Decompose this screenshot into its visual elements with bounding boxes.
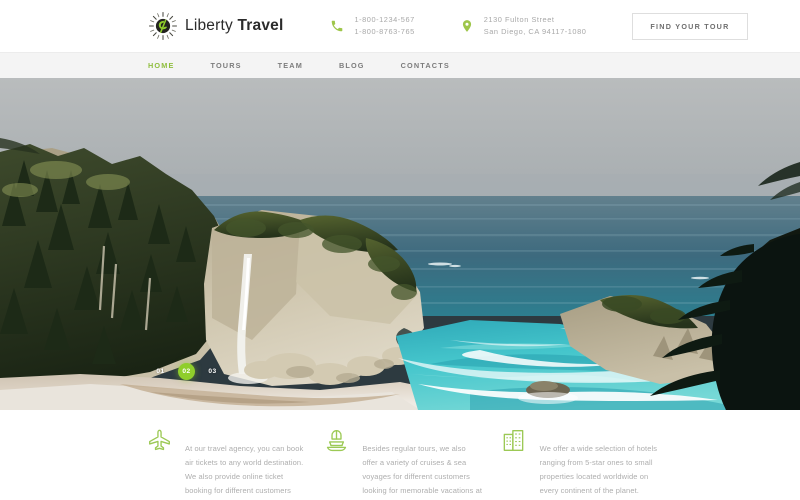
- hero-image: [0, 78, 800, 410]
- sun-compass-logo-icon: [148, 11, 178, 41]
- phone-line-1[interactable]: 1-800-1234-567: [354, 15, 414, 25]
- brand-name-bold: Travel: [237, 17, 284, 34]
- feature-text-hotels: We offer a wide selection of hotels rang…: [539, 444, 658, 495]
- cruise-ship-icon: [323, 428, 349, 454]
- feature-item-cruises: Besides regular tours, we also offer a v…: [323, 428, 482, 500]
- nav-item-home[interactable]: HOME: [148, 61, 175, 70]
- brand-name-thin: Liberty: [185, 17, 233, 34]
- address-line-2: San Diego, CA 94117-1080: [483, 27, 587, 36]
- main-navigation: HOME TOURS TEAM BLOG CONTACTS: [0, 52, 800, 78]
- slider-dot-02[interactable]: 02: [178, 363, 195, 380]
- header-address-block: 2130 Fulton Street San Diego, CA 94117-1…: [459, 15, 587, 37]
- nav-item-contacts[interactable]: CONTACTS: [401, 61, 450, 70]
- nav-item-team[interactable]: TEAM: [278, 61, 303, 70]
- hotel-building-icon: [501, 428, 527, 454]
- feature-text-flights: At our travel agency, you can book air t…: [185, 444, 304, 500]
- hero-slider: 01 02 03: [0, 78, 800, 410]
- phone-line-2[interactable]: 1-800-8763-765: [354, 27, 414, 37]
- header-phone-block: 1-800-1234-567 1-800-8763-765: [329, 15, 414, 37]
- phone-numbers: 1-800-1234-567 1-800-8763-765: [354, 15, 414, 37]
- slider-dot-01[interactable]: 01: [152, 363, 169, 380]
- site-header: Liberty Travel 1-800-1234-567 1-800-8763…: [0, 0, 800, 52]
- phone-icon: [329, 18, 345, 34]
- address-line-1: 2130 Fulton Street: [483, 15, 555, 25]
- nav-item-blog[interactable]: BLOG: [339, 61, 365, 70]
- feature-text-cruises: Besides regular tours, we also offer a v…: [362, 444, 483, 500]
- slider-dot-03[interactable]: 03: [204, 363, 221, 380]
- features-section: At our travel agency, you can book air t…: [0, 410, 800, 500]
- airplane-icon: [146, 428, 172, 454]
- address-lines: 2130 Fulton Street San Diego, CA 94117-1…: [484, 15, 587, 37]
- nav-item-tours[interactable]: TOURS: [211, 61, 242, 70]
- brand-name: Liberty Travel: [185, 17, 283, 35]
- feature-item-hotels: We offer a wide selection of hotels rang…: [501, 428, 660, 500]
- find-your-tour-button[interactable]: FIND YOUR TOUR: [632, 12, 748, 40]
- feature-item-flights: At our travel agency, you can book air t…: [146, 428, 305, 500]
- brand-logo[interactable]: Liberty Travel: [148, 11, 283, 41]
- hero-slider-pagination: 01 02 03: [152, 363, 221, 380]
- map-pin-icon: [459, 18, 475, 34]
